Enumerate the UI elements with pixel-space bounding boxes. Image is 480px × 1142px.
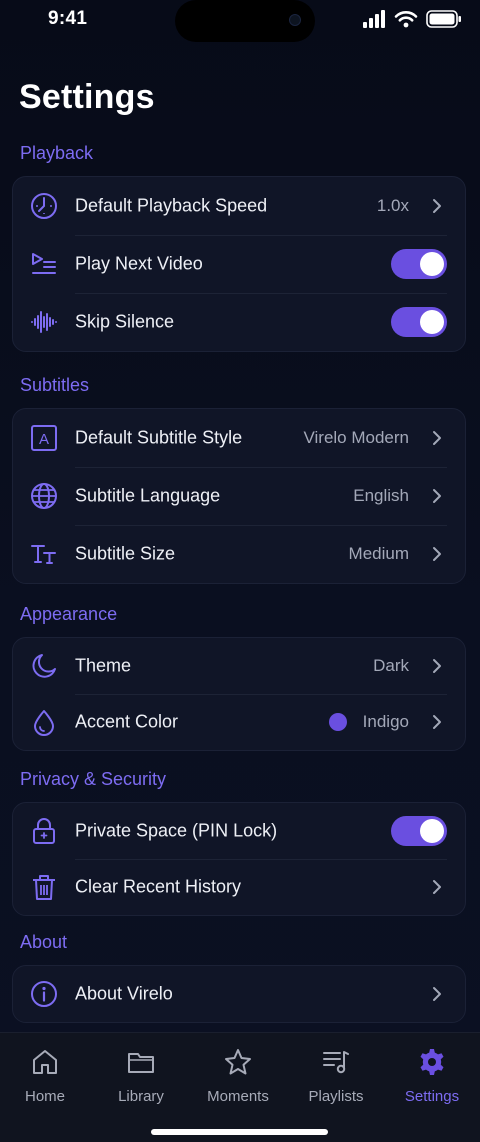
tab-moments[interactable]: Moments [190, 1047, 286, 1111]
accent-color-value: Indigo [362, 712, 409, 731]
clear-recent-history-row[interactable]: Clear Recent History [13, 859, 465, 915]
dynamic-island [175, 0, 315, 42]
letter-a-box-icon: A [30, 424, 58, 452]
chevron-right-icon [433, 489, 441, 503]
droplet-icon [30, 708, 58, 736]
default-subtitle-style-row[interactable]: A Default Subtitle Style Virelo Modern [13, 409, 465, 467]
chevron-right-icon [433, 431, 441, 445]
toggle-knob [420, 310, 444, 334]
default-playback-speed-value: 1.0x [376, 196, 409, 215]
tab-settings-label: Settings [404, 1088, 460, 1105]
subtitle-language-label: Subtitle Language [75, 485, 221, 506]
home-icon [33, 1050, 57, 1074]
moon-icon [30, 652, 58, 680]
subtitle-size-label: Subtitle Size [75, 543, 176, 564]
star-icon [225, 1049, 251, 1075]
subtitle-language-row[interactable]: Subtitle Language English [13, 467, 465, 525]
appearance-card: Theme Dark Accent Color Indigo [12, 637, 466, 751]
skip-silence-row: Skip Silence [13, 293, 465, 351]
chevron-right-icon [433, 880, 441, 894]
subtitles-card: A Default Subtitle Style Virelo Modern S… [12, 408, 466, 584]
play-next-video-row: Play Next Video [13, 235, 465, 293]
speed-gauge-icon [30, 192, 58, 220]
play-queue-icon [30, 250, 58, 278]
status-bar: 9:41 [0, 0, 480, 44]
section-header-subtitles: Subtitles [20, 375, 90, 395]
subtitle-size-value: Medium [348, 544, 409, 563]
chevron-right-icon [433, 987, 441, 1001]
tab-playlists-label: Playlists [308, 1088, 364, 1105]
tab-home-label: Home [24, 1088, 65, 1105]
info-icon [30, 980, 58, 1008]
theme-row[interactable]: Theme Dark [13, 638, 465, 694]
default-playback-speed-label: Default Playback Speed [75, 195, 268, 216]
about-card: About Virelo [12, 965, 466, 1023]
section-header-playback: Playback [20, 143, 94, 163]
skip-silence-toggle[interactable] [391, 307, 447, 337]
default-subtitle-style-label: Default Subtitle Style [75, 427, 243, 448]
chevron-right-icon [433, 199, 441, 213]
home-indicator[interactable] [151, 1129, 328, 1135]
accent-color-label: Accent Color [75, 711, 179, 732]
wifi-icon [394, 11, 418, 28]
folder-icon [128, 1053, 154, 1073]
tab-playlists[interactable]: Playlists [288, 1047, 384, 1111]
status-time: 9:41 [48, 8, 88, 29]
skip-silence-label: Skip Silence [75, 311, 175, 332]
section-header-about: About [20, 932, 68, 952]
chevron-right-icon [433, 547, 441, 561]
clear-recent-history-label: Clear Recent History [75, 876, 242, 897]
toggle-knob [420, 819, 444, 843]
settings-screen: 9:41 Settings Playback Default Playback … [0, 0, 480, 1142]
default-playback-speed-row[interactable]: Default Playback Speed 1.0x [13, 177, 465, 235]
private-space-toggle[interactable] [391, 816, 447, 846]
tab-library-label: Library [118, 1088, 164, 1105]
tab-library[interactable]: Library [93, 1047, 189, 1111]
subtitle-size-row[interactable]: Subtitle Size Medium [13, 525, 465, 583]
tab-bar: Home Library Moments Playlists Settings [0, 1032, 480, 1142]
tab-settings[interactable]: Settings [384, 1047, 480, 1111]
chevron-right-icon [433, 715, 441, 729]
text-size-icon [30, 540, 58, 568]
globe-icon [30, 482, 58, 510]
subtitle-language-value: English [353, 486, 409, 505]
playback-card: Default Playback Speed 1.0x Play Next Vi… [12, 176, 466, 352]
theme-label: Theme [75, 655, 132, 676]
playlist-icon [323, 1051, 349, 1074]
accent-color-swatch [329, 713, 347, 731]
toggle-knob [420, 252, 444, 276]
section-header-appearance: Appearance [20, 604, 118, 624]
accent-color-row[interactable]: Accent Color Indigo [13, 694, 465, 750]
chevron-right-icon [433, 659, 441, 673]
lock-icon [30, 817, 58, 845]
tab-moments-label: Moments [207, 1088, 269, 1105]
default-subtitle-style-value: Virelo Modern [303, 428, 409, 447]
theme-value: Dark [373, 656, 409, 675]
battery-icon [426, 10, 461, 28]
svg-text:A: A [39, 431, 49, 448]
gear-icon [420, 1049, 444, 1075]
play-next-video-label: Play Next Video [75, 253, 203, 274]
about-virelo-label: About Virelo [75, 983, 173, 1004]
cellular-signal-icon [363, 10, 385, 28]
private-space-row: Private Space (PIN Lock) [13, 803, 465, 859]
about-virelo-row[interactable]: About Virelo [13, 966, 465, 1022]
camera-icon [289, 14, 301, 26]
trash-icon [30, 873, 58, 901]
play-next-video-toggle[interactable] [391, 249, 447, 279]
tab-home[interactable]: Home [0, 1047, 93, 1111]
privacy-card: Private Space (PIN Lock) Clear Recent Hi… [12, 802, 466, 916]
private-space-label: Private Space (PIN Lock) [75, 820, 278, 841]
section-header-privacy: Privacy & Security [20, 769, 167, 789]
waveform-icon [30, 308, 58, 336]
page-title: Settings [19, 78, 155, 116]
